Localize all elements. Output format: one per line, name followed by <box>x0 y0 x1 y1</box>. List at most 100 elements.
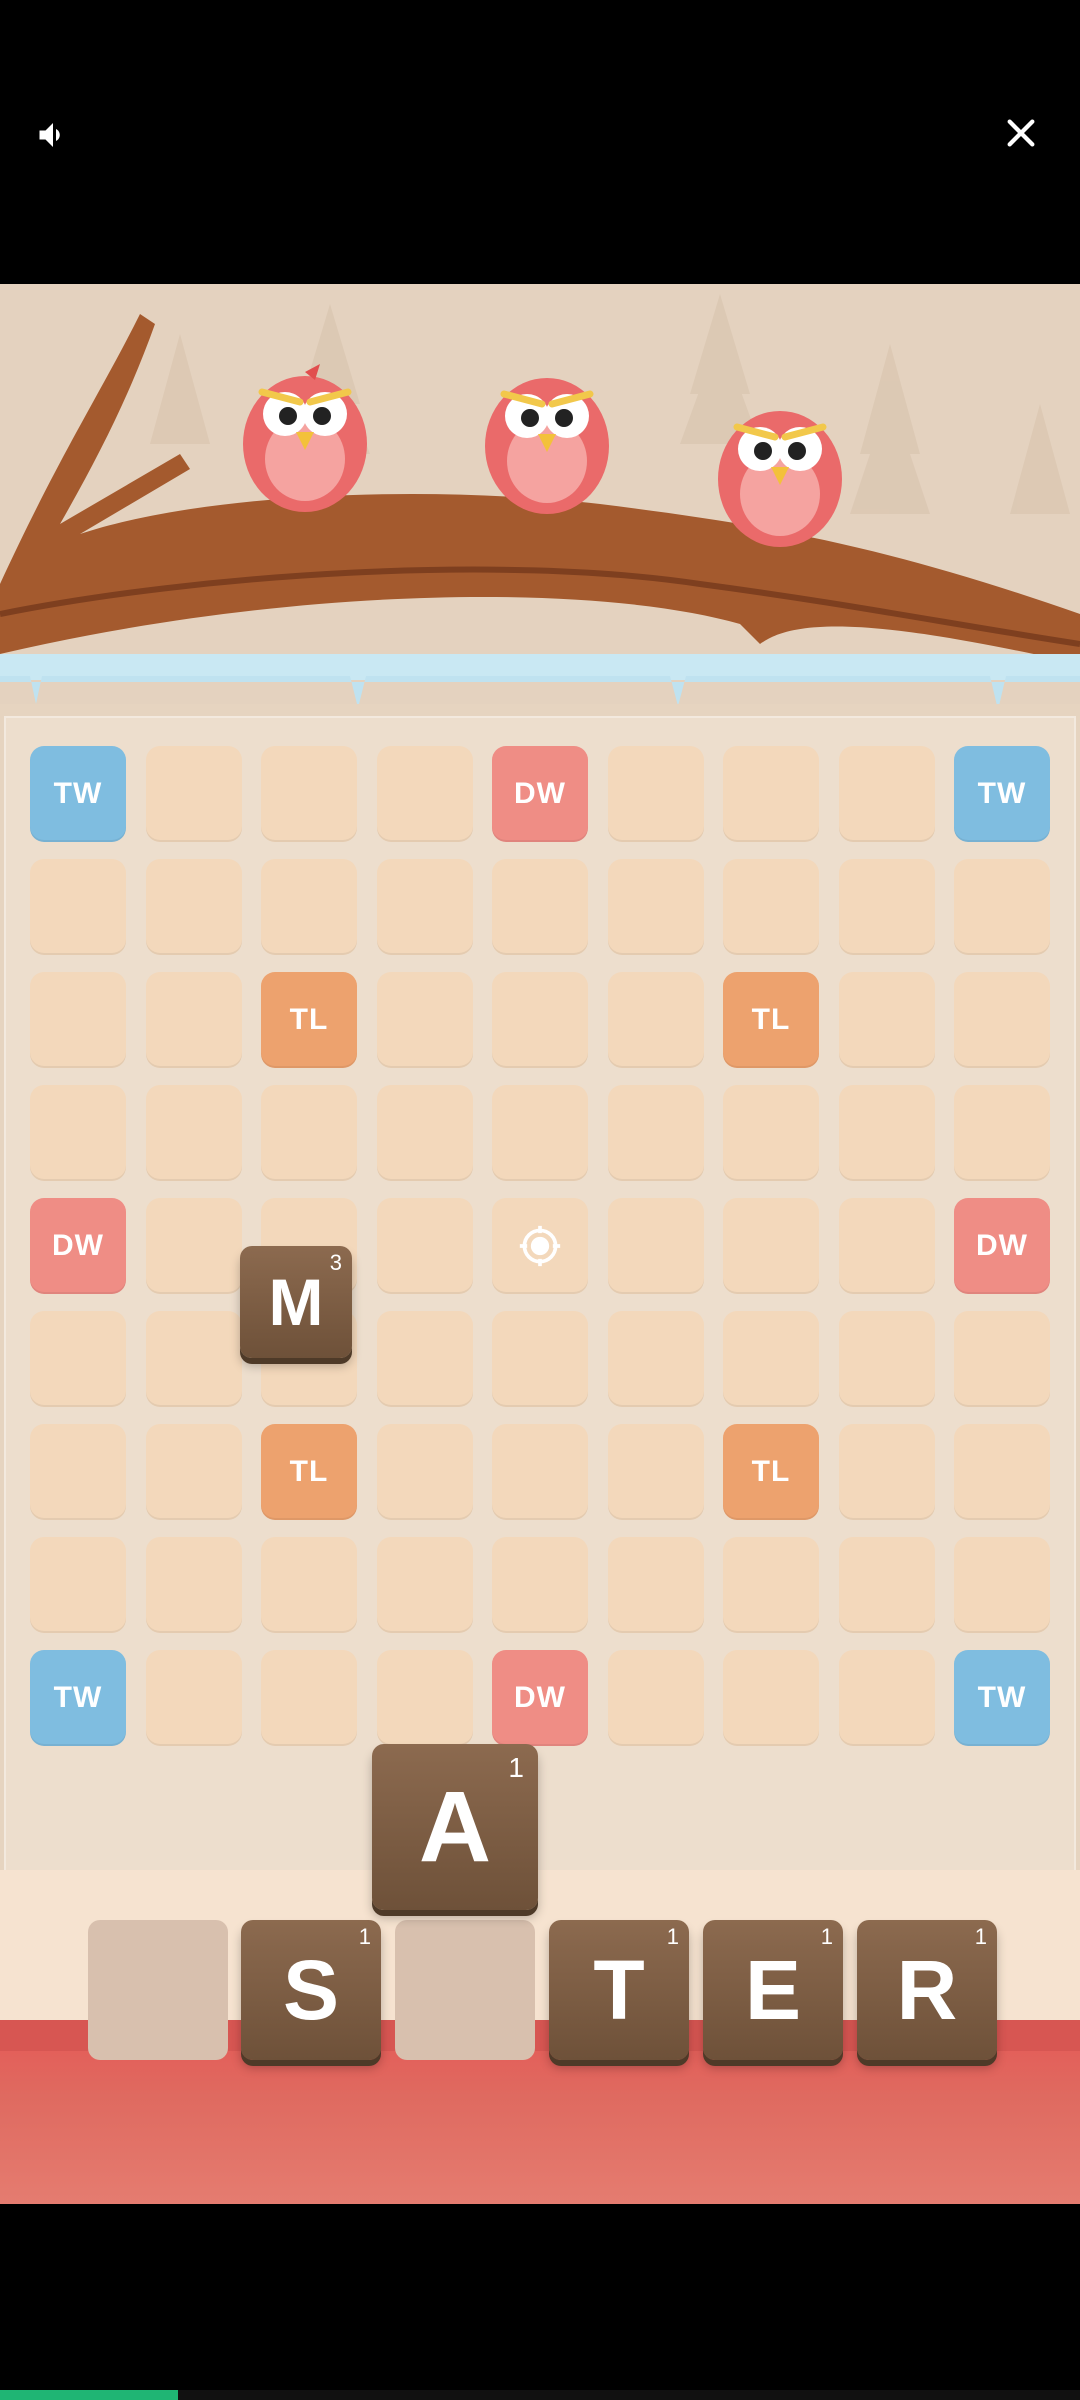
sound-button[interactable] <box>18 100 88 170</box>
board-cell[interactable] <box>261 1537 357 1633</box>
board-cell-tl[interactable]: TL <box>723 972 819 1068</box>
board-cell[interactable] <box>607 1311 704 1407</box>
board-cell[interactable] <box>838 1085 935 1181</box>
board-cell[interactable] <box>376 1537 473 1633</box>
dragged-tile-a[interactable]: A 1 <box>372 1744 538 1910</box>
board-cell[interactable] <box>492 1537 588 1633</box>
board-cell[interactable] <box>838 1424 935 1520</box>
board-cell-tl[interactable]: TL <box>723 1424 819 1520</box>
board-cell[interactable] <box>30 1424 126 1520</box>
rack-tile-e[interactable]: E1 <box>703 1920 843 2060</box>
board-cell[interactable] <box>838 1537 935 1633</box>
rack-slot-empty <box>88 1920 228 2060</box>
board-cell[interactable] <box>145 746 242 842</box>
board-cell[interactable] <box>607 1650 704 1746</box>
board-cell[interactable] <box>145 1650 242 1746</box>
board-cell[interactable] <box>492 972 588 1068</box>
board-cell[interactable] <box>838 1650 935 1746</box>
board-cell[interactable] <box>607 972 704 1068</box>
video-progress-fill <box>0 2390 179 2400</box>
board-cell[interactable] <box>261 859 357 955</box>
game-board: TW DW TW TL TL DW DW TL TL TW DW TW <box>4 716 1076 2056</box>
board-cell[interactable] <box>838 746 935 842</box>
board-cell[interactable] <box>607 1537 704 1633</box>
board-cell[interactable] <box>376 1650 473 1746</box>
board-cell[interactable] <box>492 1085 588 1181</box>
board-cell[interactable] <box>261 1085 357 1181</box>
board-cell[interactable] <box>838 859 935 955</box>
board-cell[interactable] <box>838 1198 935 1294</box>
board-cell[interactable] <box>30 972 126 1068</box>
board-cell[interactable] <box>723 1085 819 1181</box>
board-cell[interactable] <box>145 1198 242 1294</box>
board-cell[interactable] <box>376 746 473 842</box>
board-cell-tw[interactable]: TW <box>30 1650 126 1746</box>
board-cell-tl[interactable]: TL <box>261 972 357 1068</box>
board-cell[interactable] <box>723 1198 819 1294</box>
board-cell[interactable] <box>376 1311 473 1407</box>
board-cell-dw[interactable]: DW <box>30 1198 126 1294</box>
board-cell[interactable] <box>954 1537 1050 1633</box>
board-cell[interactable] <box>145 972 242 1068</box>
board-cell[interactable] <box>954 859 1050 955</box>
board-cell[interactable] <box>261 1650 357 1746</box>
board-cell[interactable] <box>145 859 242 955</box>
board-cell-tw[interactable]: TW <box>30 746 126 842</box>
rack-tile-r[interactable]: R1 <box>857 1920 997 2060</box>
board-cell[interactable] <box>838 1311 935 1407</box>
board-cell[interactable] <box>376 972 473 1068</box>
board-cell[interactable] <box>607 1085 704 1181</box>
board-cell[interactable] <box>492 1424 588 1520</box>
board-cell[interactable] <box>954 1085 1050 1181</box>
video-progress-bar <box>0 2390 1080 2400</box>
board-cell[interactable] <box>492 1311 588 1407</box>
board-cell[interactable] <box>607 859 704 955</box>
close-button[interactable] <box>986 98 1056 168</box>
board-cell[interactable] <box>376 859 473 955</box>
board-cell[interactable] <box>723 1311 819 1407</box>
board-cell[interactable] <box>376 1085 473 1181</box>
board-cell-dw[interactable]: DW <box>492 1650 588 1746</box>
board-cell[interactable] <box>30 1311 126 1407</box>
board-cell[interactable] <box>838 972 935 1068</box>
board-cell[interactable] <box>723 1650 819 1746</box>
board-cell[interactable] <box>607 746 704 842</box>
board-cell-tw[interactable]: TW <box>954 746 1050 842</box>
board-cell-tl[interactable]: TL <box>261 1424 357 1520</box>
placed-tile-m[interactable]: M 3 <box>240 1246 352 1358</box>
board-cell[interactable] <box>145 1311 242 1407</box>
branch-with-birds <box>0 294 1080 710</box>
board-cell-tw[interactable]: TW <box>954 1650 1050 1746</box>
board-cell[interactable] <box>30 1085 126 1181</box>
board-cell[interactable] <box>723 1537 819 1633</box>
board-cell[interactable] <box>145 1085 242 1181</box>
board-cell[interactable] <box>145 1537 242 1633</box>
board-cell[interactable] <box>492 859 588 955</box>
board-cell[interactable] <box>954 1424 1050 1520</box>
board-cell[interactable] <box>723 746 819 842</box>
board-cell-center[interactable] <box>492 1198 588 1294</box>
rack-tile-s[interactable]: S1 <box>241 1920 381 2060</box>
board-cell[interactable] <box>954 972 1050 1068</box>
board-cell[interactable] <box>376 1198 473 1294</box>
board-cell[interactable] <box>30 859 126 955</box>
close-icon <box>1007 119 1035 147</box>
tile-points: 1 <box>974 1924 987 1949</box>
board-cell[interactable] <box>607 1198 704 1294</box>
board-cell[interactable] <box>30 1537 126 1633</box>
board-cell[interactable] <box>145 1424 242 1520</box>
board-cell-dw[interactable]: DW <box>492 746 588 842</box>
tile-letter: S <box>282 1942 340 2037</box>
tile-letter: M <box>268 1265 324 1339</box>
board-cell[interactable] <box>261 746 357 842</box>
tile-points: 3 <box>329 1250 342 1275</box>
board-cell-dw[interactable]: DW <box>954 1198 1050 1294</box>
board-cell[interactable] <box>376 1424 473 1520</box>
game-area: TW DW TW TL TL DW DW TL TL TW DW TW M 3 S1T1E1R1 A … <box>0 284 1080 2204</box>
tray <box>0 2051 1080 2204</box>
board-cell[interactable] <box>723 859 819 955</box>
rack-tile-t[interactable]: T1 <box>549 1920 689 2060</box>
board-cell[interactable] <box>954 1311 1050 1407</box>
tile-letter: T <box>593 1942 645 2037</box>
board-cell[interactable] <box>607 1424 704 1520</box>
